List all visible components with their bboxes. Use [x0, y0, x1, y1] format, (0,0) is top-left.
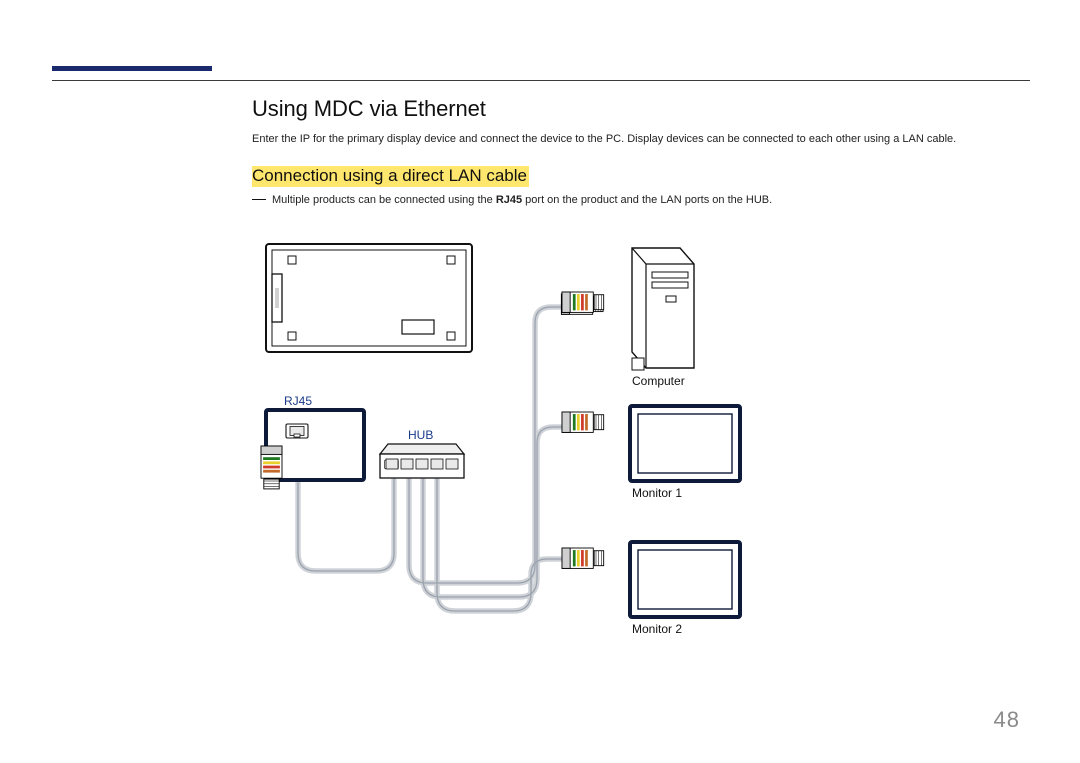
computer-tower: [632, 248, 694, 370]
page-number: 48: [994, 707, 1020, 733]
note-dash-icon: [252, 199, 266, 200]
rj45-panel: [261, 410, 364, 489]
monitor-2-icon: [630, 542, 740, 617]
header-tab-mark: [52, 66, 212, 71]
connection-diagram: RJ45 HUB Computer Monitor 1 Monitor 2: [252, 230, 772, 670]
label-monitor2: Monitor 2: [632, 622, 682, 636]
intro-paragraph: Enter the IP for the primary display dev…: [252, 132, 1020, 148]
label-rj45: RJ45: [284, 394, 312, 408]
header-rule: [52, 80, 1030, 81]
note-text: Multiple products can be connected using…: [272, 192, 772, 209]
page: Using MDC via Ethernet Enter the IP for …: [0, 0, 1080, 763]
label-computer: Computer: [632, 374, 685, 388]
note-suffix: port on the product and the LAN ports on…: [522, 194, 772, 206]
hub-device: [380, 444, 464, 478]
section-subtitle: Connection using a direct LAN cable: [252, 166, 529, 187]
note: Multiple products can be connected using…: [252, 192, 1020, 209]
monitor-1-icon: [630, 406, 740, 481]
label-hub: HUB: [408, 428, 433, 442]
page-title: Using MDC via Ethernet: [252, 96, 486, 122]
note-bold: RJ45: [496, 194, 522, 206]
label-monitor1: Monitor 1: [632, 486, 682, 500]
note-prefix: Multiple products can be connected using…: [272, 194, 496, 206]
back-panel: [266, 244, 472, 352]
